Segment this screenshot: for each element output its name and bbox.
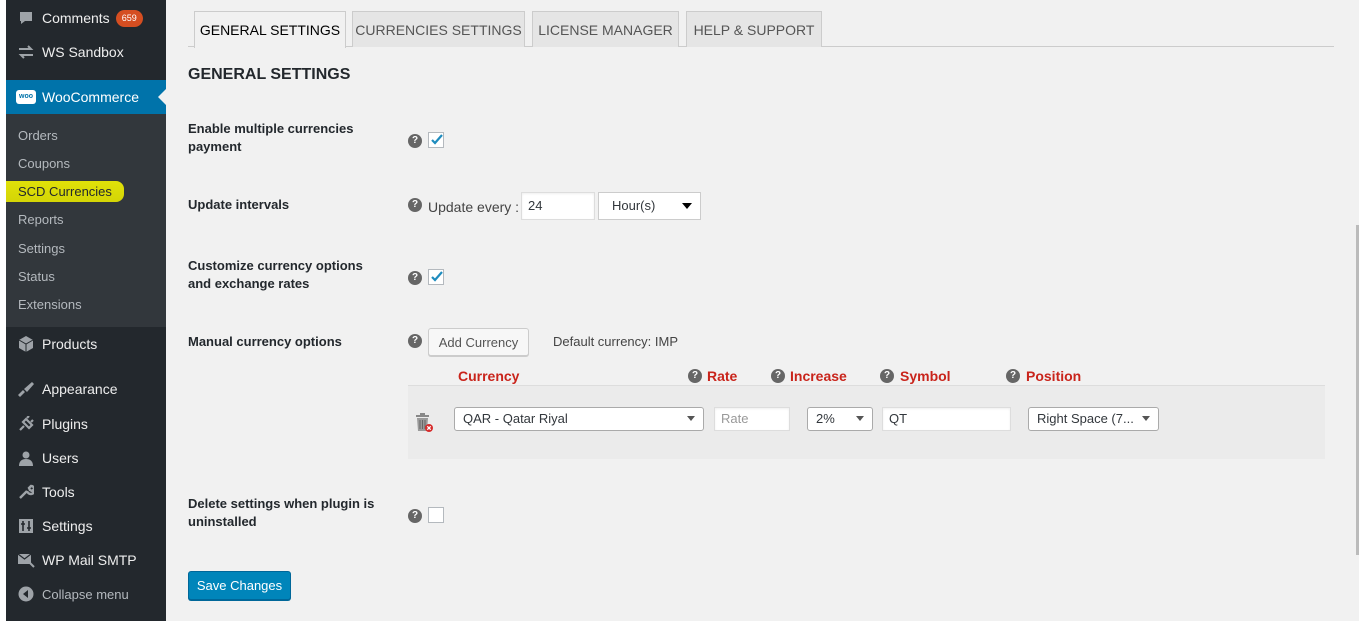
symbol-input[interactable]: QT <box>882 407 1011 431</box>
tab-license-manager[interactable]: LICENSE MANAGER <box>532 11 679 47</box>
trash-icon[interactable] <box>414 411 434 438</box>
sandbox-icon <box>16 42 36 62</box>
submenu-item-extensions[interactable]: Extensions <box>18 297 82 312</box>
update-intervals-label: Update intervals <box>188 197 290 212</box>
tools-icon <box>16 482 36 502</box>
menu-item-woocommerce[interactable]: woo WooCommerce <box>6 80 166 114</box>
help-icon[interactable]: ? <box>688 369 702 383</box>
admin-sidebar: Comments 659 WS Sandbox woo WooCommerce … <box>6 0 166 625</box>
menu-item-wp-mail-smtp[interactable]: WP Mail SMTP <box>6 543 166 577</box>
tab-general-settings[interactable]: GENERAL SETTINGS <box>194 11 346 48</box>
submenu-item-settings[interactable]: Settings <box>18 241 65 256</box>
tab-currencies-settings[interactable]: CURRENCIES SETTINGS <box>352 11 525 47</box>
position-select-value: Right Space (7... <box>1037 411 1134 426</box>
delete-settings-label: Delete settings when plugin is uninstall… <box>188 496 375 529</box>
mail-icon <box>16 550 36 570</box>
multi-currency-checkbox[interactable] <box>428 132 444 148</box>
menu-item-appearance[interactable]: Appearance <box>6 372 166 406</box>
delete-settings-checkbox[interactable] <box>428 507 444 523</box>
bottom-edge <box>0 621 1359 625</box>
update-every-label: Update every : <box>428 199 520 215</box>
tab-help-support[interactable]: HELP & SUPPORT <box>686 11 822 47</box>
page-title: GENERAL SETTINGS <box>188 66 351 83</box>
comments-count-badge: 659 <box>115 9 143 27</box>
admin-screen: Comments 659 WS Sandbox woo WooCommerce … <box>0 0 1359 625</box>
menu-item-tools[interactable]: Tools <box>6 475 166 509</box>
chevron-down-icon <box>687 416 695 421</box>
manual-currency-label: Manual currency options <box>188 334 342 349</box>
appearance-icon <box>16 379 36 399</box>
col-header-symbol: Symbol <box>900 368 951 384</box>
chevron-down-icon <box>1142 416 1150 421</box>
currency-select-value: QAR - Qatar Riyal <box>463 411 568 426</box>
settings-icon <box>16 516 36 536</box>
currency-row: QAR - Qatar Riyal Rate 2% QT Right Space… <box>408 385 1325 459</box>
submenu-item-coupons[interactable]: Coupons <box>18 156 70 171</box>
position-select[interactable]: Right Space (7... <box>1028 407 1159 431</box>
rate-input[interactable]: Rate <box>714 407 790 431</box>
users-icon <box>16 448 36 468</box>
save-changes-button[interactable]: Save Changes <box>188 571 291 600</box>
menu-item-products[interactable]: Products <box>6 327 166 361</box>
woo-icon: woo <box>16 87 36 107</box>
menu-label: Users <box>42 450 79 466</box>
menu-label: Plugins <box>42 416 88 432</box>
update-interval-input[interactable]: 24 <box>521 192 595 220</box>
menu-label: Comments <box>42 10 110 26</box>
help-icon[interactable]: ? <box>771 369 785 383</box>
menu-label: WS Sandbox <box>42 44 124 60</box>
increase-select[interactable]: 2% <box>807 407 873 431</box>
plugins-icon <box>16 414 36 434</box>
menu-item-settings[interactable]: Settings <box>6 509 166 543</box>
chevron-down-icon <box>856 416 864 421</box>
comment-icon <box>16 8 36 28</box>
help-icon[interactable]: ? <box>408 334 422 348</box>
chevron-down-icon <box>682 203 692 209</box>
interval-unit-select[interactable]: Hour(s) <box>598 192 701 220</box>
help-icon[interactable]: ? <box>408 271 422 285</box>
help-icon[interactable]: ? <box>408 134 422 148</box>
customize-checkbox[interactable] <box>428 269 444 285</box>
submenu-item-orders[interactable]: Orders <box>18 128 58 143</box>
settings-tabs: GENERAL SETTINGS CURRENCIES SETTINGS LIC… <box>188 11 1334 48</box>
default-currency-value: IMP <box>654 334 679 349</box>
interval-unit-value: Hour(s) <box>612 198 656 213</box>
submenu-item-reports[interactable]: Reports <box>18 212 64 227</box>
collapse-icon <box>16 584 36 604</box>
increase-select-value: 2% <box>816 411 835 426</box>
menu-label: Appearance <box>42 381 118 397</box>
col-header-rate: Rate <box>707 368 738 384</box>
submenu-item-status[interactable]: Status <box>18 269 55 284</box>
current-menu-arrow <box>158 89 166 105</box>
help-icon[interactable]: ? <box>408 509 422 523</box>
help-icon[interactable]: ? <box>408 198 422 212</box>
menu-label: WooCommerce <box>42 89 139 105</box>
submenu-item-scd-currencies[interactable]: SCD Currencies <box>6 181 124 202</box>
default-currency-label: Default currency: <box>553 334 652 349</box>
menu-item-plugins[interactable]: Plugins <box>6 407 166 441</box>
main-content: GENERAL SETTINGS CURRENCIES SETTINGS LIC… <box>166 0 1359 625</box>
currency-select[interactable]: QAR - Qatar Riyal <box>454 407 704 431</box>
menu-label: Settings <box>42 518 93 534</box>
col-header-currency: Currency <box>458 368 520 384</box>
menu-label: Tools <box>42 484 75 500</box>
col-header-position: Position <box>1026 368 1082 384</box>
menu-item-comments[interactable]: Comments 659 <box>6 1 166 35</box>
multi-currency-label: Enable multiple currencies payment <box>188 121 354 154</box>
menu-label: Products <box>42 336 98 352</box>
woocommerce-submenu: Orders Coupons SCD Currencies Reports Se… <box>6 114 166 327</box>
customize-label: Customize currency options and exchange … <box>188 258 363 291</box>
help-icon[interactable]: ? <box>880 369 894 383</box>
default-currency: Default currency: IMP <box>553 334 678 349</box>
menu-item-users[interactable]: Users <box>6 441 166 475</box>
col-header-increase: Increase <box>790 368 847 384</box>
menu-label: Collapse menu <box>42 586 129 602</box>
menu-collapse[interactable]: Collapse menu <box>6 577 166 611</box>
menu-item-ws-sandbox[interactable]: WS Sandbox <box>6 35 166 69</box>
help-icon[interactable]: ? <box>1006 369 1020 383</box>
add-currency-button[interactable]: Add Currency <box>428 328 529 356</box>
products-icon <box>16 334 36 354</box>
menu-label: WP Mail SMTP <box>42 552 137 568</box>
